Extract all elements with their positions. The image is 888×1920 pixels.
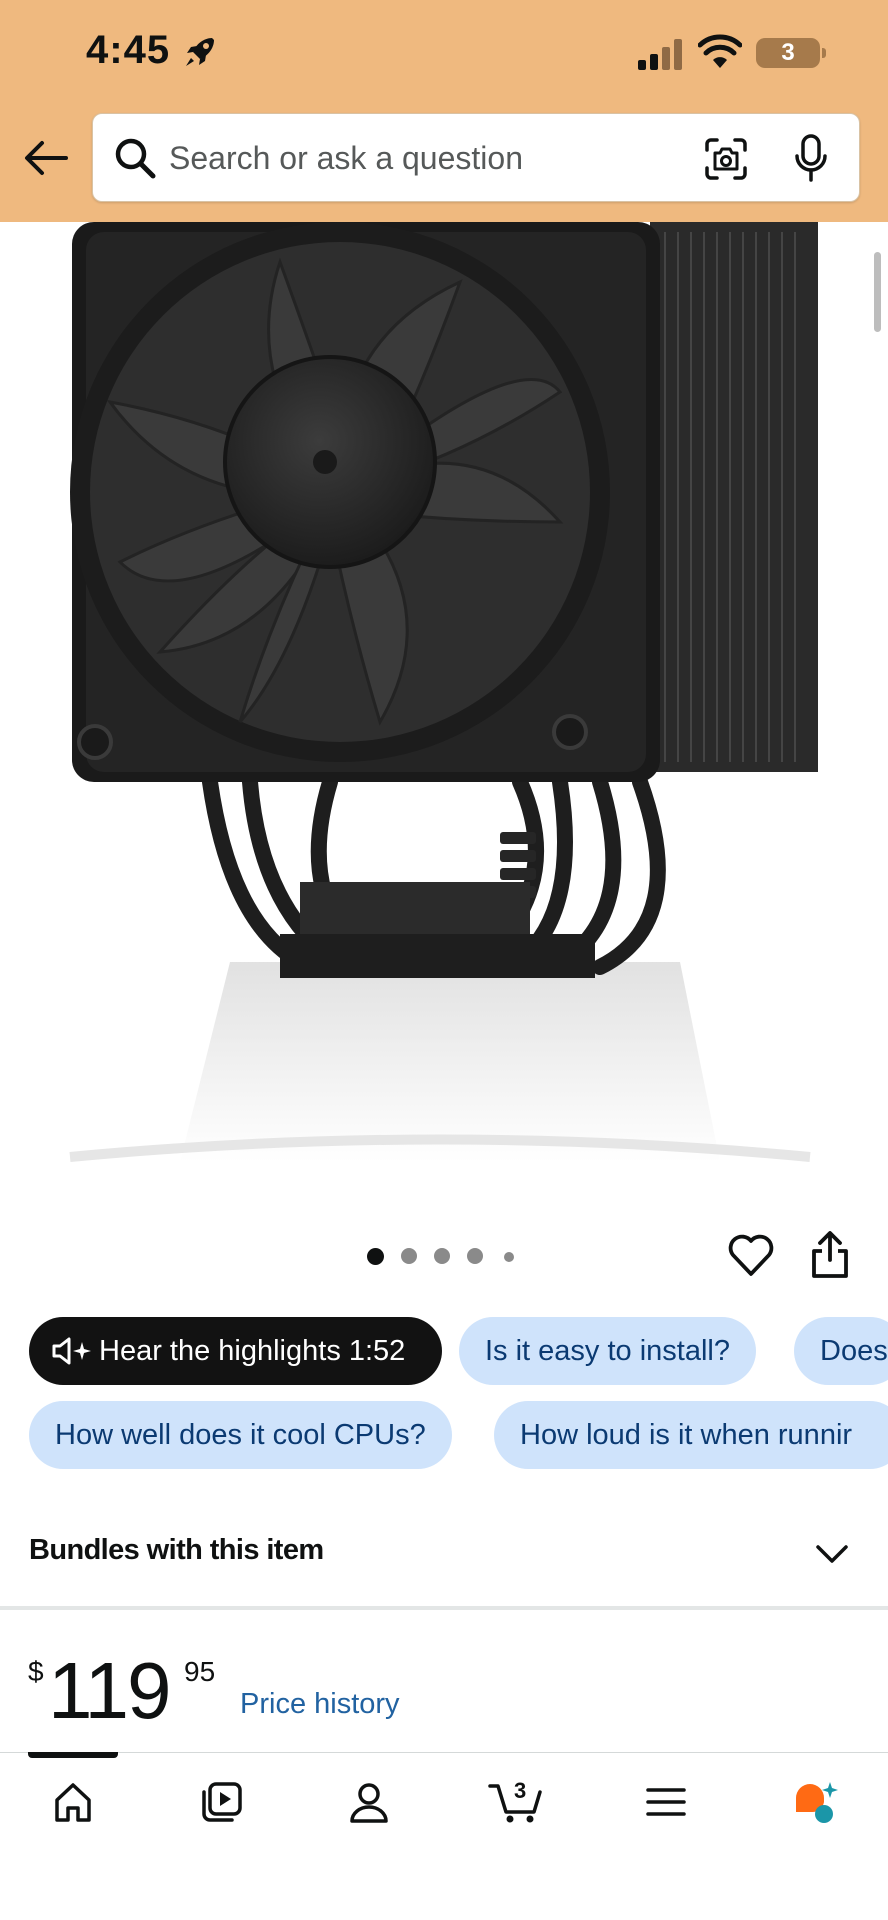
price-whole: 119: [48, 1646, 172, 1735]
question-chip[interactable]: How loud is it when runnir: [494, 1401, 888, 1469]
status-time: 4:45: [86, 28, 171, 72]
image-scroll-indicator: [874, 252, 881, 332]
home-icon: [55, 1783, 91, 1822]
nav-active-indicator: [28, 1752, 118, 1758]
share-icon[interactable]: [808, 1230, 852, 1280]
question-chip[interactable]: How well does it cool CPUs?: [29, 1401, 452, 1469]
nav-menu[interactable]: [620, 1774, 710, 1844]
chip-label: Is it easy to install?: [485, 1335, 730, 1367]
wifi-icon: [698, 34, 742, 68]
bottom-nav: [0, 1752, 888, 1920]
cart-icon: 3: [488, 1778, 542, 1823]
chevron-down-icon: [816, 1545, 848, 1563]
back-arrow-icon[interactable]: [22, 138, 70, 178]
carousel-dot-1[interactable]: [367, 1248, 384, 1265]
battery-indicator: 3: [756, 38, 826, 68]
cart-count: 3: [514, 1778, 526, 1803]
audio-sparkle-icon: [52, 1337, 91, 1365]
bundles-title: Bundles with this item: [29, 1534, 324, 1566]
signal-icon: [638, 39, 682, 70]
chip-label: Hear the highlights 1:52: [99, 1335, 406, 1367]
carousel-dot-5[interactable]: [504, 1252, 514, 1262]
play-icon: [202, 1782, 242, 1822]
camera-scan-icon[interactable]: [703, 136, 749, 182]
hear-highlights-chip[interactable]: Hear the highlights 1:52: [29, 1317, 442, 1385]
nav-account[interactable]: [324, 1774, 414, 1844]
rocket-icon: [186, 38, 214, 66]
bundles-section[interactable]: Bundles with this item: [0, 1500, 888, 1606]
product-image[interactable]: [0, 222, 888, 1182]
account-icon: [350, 1783, 388, 1823]
heart-icon[interactable]: [727, 1232, 775, 1278]
chip-label: How loud is it when runnir: [520, 1419, 853, 1451]
status-bar: 4:45 3: [0, 0, 888, 105]
menu-icon: [646, 1788, 686, 1816]
price-symbol: $: [28, 1656, 44, 1687]
search-input[interactable]: [169, 128, 669, 188]
price-history-link[interactable]: Price history: [240, 1688, 400, 1721]
search-icon: [115, 138, 156, 179]
carousel-dot-2[interactable]: [401, 1248, 417, 1264]
microphone-icon[interactable]: [793, 134, 829, 184]
nav-home[interactable]: [28, 1774, 118, 1844]
chip-label: How well does it cool CPUs?: [55, 1419, 426, 1451]
question-chip[interactable]: Is it easy to install?: [459, 1317, 756, 1385]
nav-cart[interactable]: 3: [474, 1774, 564, 1844]
section-divider: [0, 1606, 888, 1610]
price-fraction: 95: [184, 1656, 216, 1687]
nav-rufus[interactable]: [768, 1774, 858, 1844]
carousel-dot-3[interactable]: [434, 1248, 450, 1264]
question-chip[interactable]: Does: [794, 1317, 888, 1385]
nav-video[interactable]: [176, 1774, 266, 1844]
rufus-icon: [796, 1782, 838, 1823]
search-bar[interactable]: [92, 113, 860, 202]
header: 4:45 3: [0, 0, 888, 222]
cpu-cooler-image: [69, 222, 818, 1162]
carousel-dot-4[interactable]: [467, 1248, 483, 1264]
chip-label: Does: [820, 1335, 888, 1367]
